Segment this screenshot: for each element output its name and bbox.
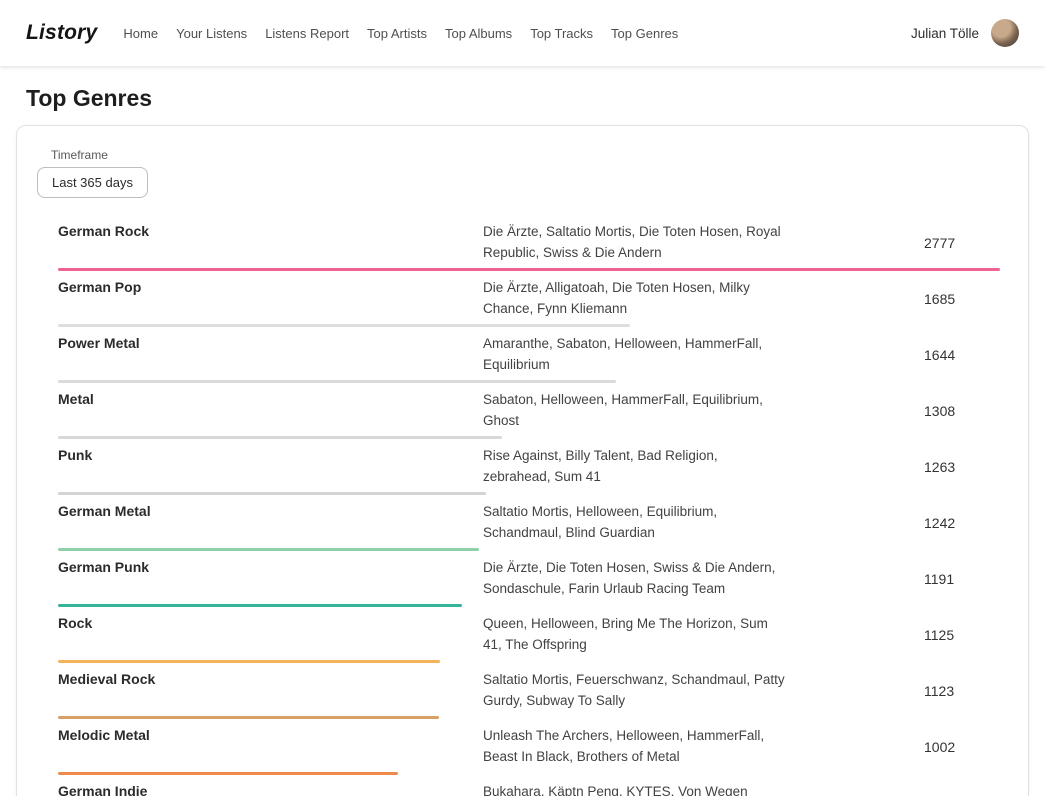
genre-name: German Indie [58, 782, 483, 796]
genre-top-artists: Die Ärzte, Saltatio Mortis, Die Toten Ho… [483, 222, 788, 263]
genre-top-artists: Sabaton, Helloween, HammerFall, Equilibr… [483, 390, 788, 431]
timeframe-filter: Timeframe Last 365 days [37, 148, 1008, 198]
genre-bar-track [58, 268, 1000, 271]
user-avatar[interactable] [991, 19, 1019, 47]
genre-name: German Pop [58, 278, 483, 295]
genre-listen-count: 1002 [924, 739, 1000, 755]
genre-bar-track [58, 548, 1000, 551]
genre-listen-count: 1644 [924, 347, 1000, 363]
nav-item-home[interactable]: Home [123, 26, 158, 41]
nav-item-top-tracks[interactable]: Top Tracks [530, 26, 593, 41]
genre-bar-track [58, 324, 1000, 327]
user-area: Julian Tölle [911, 19, 1019, 47]
genre-top-artists: Rise Against, Billy Talent, Bad Religion… [483, 446, 788, 487]
genre-bar-track [58, 660, 1000, 663]
genre-bar [58, 548, 479, 551]
genre-bar-track [58, 772, 1000, 775]
nav-item-top-genres[interactable]: Top Genres [611, 26, 678, 41]
genre-bar [58, 660, 440, 663]
genre-top-artists: Saltatio Mortis, Feuerschwanz, Schandmau… [483, 670, 788, 711]
genre-bar [58, 772, 398, 775]
timeframe-select[interactable]: Last 365 days [37, 167, 148, 198]
genre-bar-track [58, 716, 1000, 719]
genre-listen-count: 2777 [924, 235, 1000, 251]
genre-listen-count: 1685 [924, 291, 1000, 307]
genre-listen-count: 1191 [924, 571, 1000, 587]
nav-item-top-albums[interactable]: Top Albums [445, 26, 512, 41]
genre-bar [58, 324, 630, 327]
genre-top-artists: Unleash The Archers, Helloween, HammerFa… [483, 726, 788, 767]
genre-listen-count: 1263 [924, 459, 1000, 475]
table-row: German Rock Die Ärzte, Saltatio Mortis, … [58, 222, 1000, 271]
genre-bar [58, 492, 486, 495]
table-row: Punk Rise Against, Billy Talent, Bad Rel… [58, 446, 1000, 495]
genre-listen-count: 1308 [924, 403, 1000, 419]
top-genres-card: Timeframe Last 365 days German Rock Die … [16, 125, 1029, 796]
user-name: Julian Tölle [911, 26, 979, 41]
genre-name: Metal [58, 390, 483, 407]
genre-name: Power Metal [58, 334, 483, 351]
genre-top-artists: Bukahara, Käptn Peng, KYTES, Von Wegen L… [483, 782, 788, 796]
table-row: German Pop Die Ärzte, Alligatoah, Die To… [58, 278, 1000, 327]
genre-listen-count: 1123 [924, 683, 1000, 699]
genre-name: Melodic Metal [58, 726, 483, 743]
genre-listen-count: 1125 [924, 627, 1000, 643]
genre-bar [58, 268, 1000, 271]
table-row: German Punk Die Ärzte, Die Toten Hosen, … [58, 558, 1000, 607]
genre-bar-track [58, 492, 1000, 495]
page-title: Top Genres [26, 85, 1045, 112]
genre-name: Rock [58, 614, 483, 631]
genre-name: German Rock [58, 222, 483, 239]
table-row: Melodic Metal Unleash The Archers, Hello… [58, 726, 1000, 775]
table-row: German Metal Saltatio Mortis, Helloween,… [58, 502, 1000, 551]
genre-table: German Rock Die Ärzte, Saltatio Mortis, … [58, 222, 1000, 796]
genre-bar [58, 436, 502, 439]
genre-bar-track [58, 380, 1000, 383]
nav-item-listens-report[interactable]: Listens Report [265, 26, 349, 41]
genre-top-artists: Die Ärzte, Die Toten Hosen, Swiss & Die … [483, 558, 788, 599]
table-row: Power Metal Amaranthe, Sabaton, Hellowee… [58, 334, 1000, 383]
app-logo[interactable]: Listory [26, 21, 97, 45]
table-row: Medieval Rock Saltatio Mortis, Feuerschw… [58, 670, 1000, 719]
table-row: Metal Sabaton, Helloween, HammerFall, Eq… [58, 390, 1000, 439]
genre-bar [58, 604, 462, 607]
genre-bar-track [58, 604, 1000, 607]
table-row: German Indie Bukahara, Käptn Peng, KYTES… [58, 782, 1000, 796]
nav-item-your-listens[interactable]: Your Listens [176, 26, 247, 41]
table-row: Rock Queen, Helloween, Bring Me The Hori… [58, 614, 1000, 663]
top-navigation: Listory Home Your Listens Listens Report… [0, 0, 1045, 66]
genre-listen-count: 1242 [924, 515, 1000, 531]
genre-top-artists: Saltatio Mortis, Helloween, Equilibrium,… [483, 502, 788, 543]
genre-name: Medieval Rock [58, 670, 483, 687]
main-nav: Home Your Listens Listens Report Top Art… [123, 26, 911, 41]
genre-name: Punk [58, 446, 483, 463]
nav-item-top-artists[interactable]: Top Artists [367, 26, 427, 41]
timeframe-label: Timeframe [51, 148, 1008, 162]
genre-top-artists: Queen, Helloween, Bring Me The Horizon, … [483, 614, 788, 655]
genre-bar [58, 380, 616, 383]
genre-bar-track [58, 436, 1000, 439]
genre-name: German Punk [58, 558, 483, 575]
genre-top-artists: Die Ärzte, Alligatoah, Die Toten Hosen, … [483, 278, 788, 319]
genre-name: German Metal [58, 502, 483, 519]
genre-top-artists: Amaranthe, Sabaton, Helloween, HammerFal… [483, 334, 788, 375]
genre-bar [58, 716, 439, 719]
